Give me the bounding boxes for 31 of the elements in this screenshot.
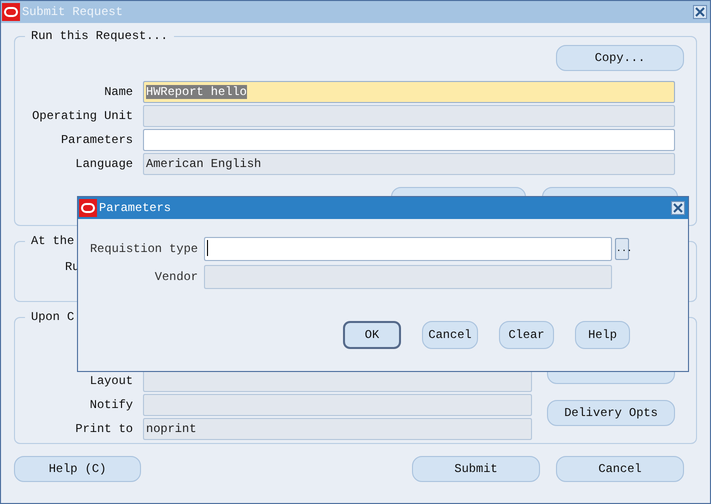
field-label: Requistion type — [88, 241, 199, 258]
logo-icon — [79, 199, 97, 217]
section-title: At the — [30, 234, 76, 248]
field-label: Name — [103, 84, 134, 101]
lov-button[interactable]: ... — [615, 238, 629, 260]
field-label: Layout — [88, 373, 134, 390]
cancel-button[interactable]: Cancel — [422, 321, 478, 349]
clear-button[interactable]: Clear — [499, 321, 554, 349]
close-button[interactable] — [693, 5, 707, 19]
field-label: Vendor — [154, 269, 199, 286]
field-label: Operating Unit — [31, 108, 134, 125]
dialog-title: Parameters — [99, 200, 172, 217]
cancel-button[interactable]: Cancel — [556, 456, 684, 482]
delivery-options-button[interactable]: Delivery Opts — [547, 400, 675, 426]
input-field[interactable] — [143, 129, 675, 151]
section-title: Upon C — [30, 310, 76, 324]
close-button[interactable] — [671, 201, 685, 215]
help-button[interactable]: Help — [575, 321, 630, 349]
field-label: Notify — [88, 397, 134, 414]
help-button[interactable]: Help (C) — [14, 456, 141, 482]
input-field[interactable] — [204, 237, 612, 261]
submit-button[interactable]: Submit — [412, 456, 540, 482]
field-label: Language — [74, 156, 134, 173]
section-title: Run this Request... — [30, 29, 169, 43]
window-title: Submit Request — [22, 4, 123, 21]
input-field[interactable]: HWReport hello — [143, 81, 675, 103]
logo-icon — [2, 3, 20, 21]
field-label: Parameters — [60, 132, 134, 149]
copy-button[interactable]: Copy... — [556, 45, 684, 71]
field-label: Print to — [74, 421, 134, 438]
ok-button[interactable]: OK — [343, 321, 401, 349]
